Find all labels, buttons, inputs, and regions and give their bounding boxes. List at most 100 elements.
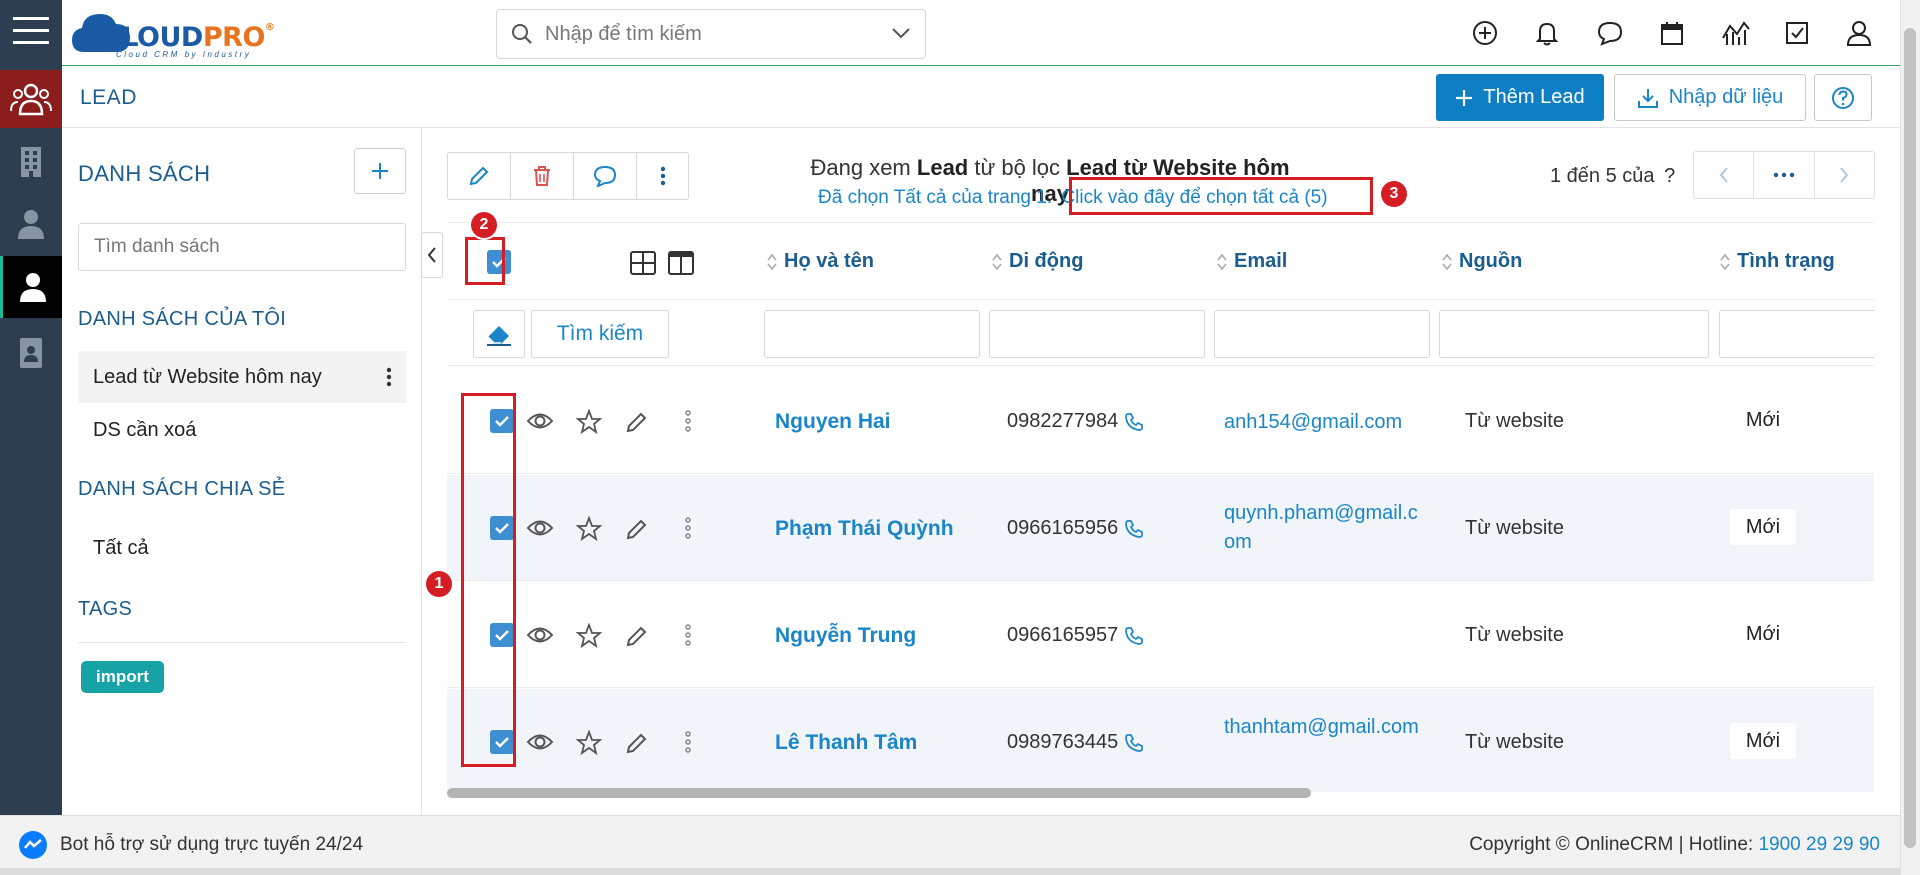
sort-icon [1442, 253, 1452, 271]
eraser-icon [485, 322, 513, 346]
annotation-box-row-checkboxes [461, 393, 516, 767]
filter-input-mobile[interactable] [989, 310, 1205, 358]
star-icon[interactable] [576, 409, 602, 435]
list-search-input[interactable] [78, 223, 406, 271]
pencil-icon[interactable] [625, 410, 649, 434]
hotline-number[interactable]: 1900 29 29 90 [1758, 834, 1880, 855]
pencil-icon[interactable] [625, 517, 649, 541]
pencil-icon[interactable] [625, 731, 649, 755]
table-row[interactable]: Nguyen Hai 0982277984 anh154@gmail.com T… [447, 368, 1874, 474]
prev-page-button[interactable] [1694, 152, 1755, 198]
lead-phone[interactable]: 0966165956 [1007, 517, 1144, 540]
bell-icon[interactable] [1534, 20, 1560, 46]
global-search[interactable] [496, 9, 926, 59]
help-button[interactable] [1814, 74, 1872, 121]
eye-icon[interactable] [526, 410, 554, 432]
collapse-sidebar-button[interactable] [421, 232, 443, 278]
add-circle-icon[interactable] [1472, 20, 1498, 46]
column-header-email[interactable]: Email [1217, 250, 1287, 273]
filter-input-name[interactable] [764, 310, 980, 358]
lead-status: Mới [1730, 723, 1796, 759]
eye-icon[interactable] [526, 624, 554, 646]
table-row[interactable]: Phạm Thái Quỳnh 0966165956 quynh.pham@gm… [447, 475, 1874, 581]
column-header-mobile[interactable]: Di động [992, 250, 1083, 273]
rail-item-contacts[interactable] [0, 198, 62, 250]
analytics-chart-icon[interactable] [1721, 20, 1751, 46]
column-header-source[interactable]: Nguồn [1442, 250, 1522, 273]
rail-item-leads[interactable] [0, 256, 62, 318]
kebab-menu-icon[interactable] [685, 410, 691, 432]
pager-range: 1 đến 5 của [1550, 165, 1655, 187]
rail-item-documents[interactable] [0, 328, 62, 378]
star-icon[interactable] [576, 623, 602, 649]
table-row[interactable]: Lê Thanh Tâm 0989763445 thanhtam@gmail.c… [447, 689, 1874, 792]
phone-icon[interactable] [1118, 519, 1144, 539]
star-icon[interactable] [576, 730, 602, 756]
column-header-name[interactable]: Họ và tên [767, 250, 874, 273]
sidebar-item-to-delete[interactable]: DS cần xoá [78, 404, 406, 456]
comment-button[interactable] [574, 153, 637, 199]
add-lead-button[interactable]: Thêm Lead [1436, 74, 1604, 121]
lead-phone[interactable]: 0989763445 [1007, 731, 1144, 754]
eye-icon[interactable] [526, 517, 554, 539]
next-page-button[interactable] [1815, 152, 1874, 198]
checkbox-task-icon[interactable] [1784, 20, 1810, 46]
column-label: Tình trạng [1737, 250, 1835, 272]
filter-input-source[interactable] [1439, 310, 1709, 358]
global-search-input[interactable] [545, 22, 875, 46]
table-row[interactable]: Nguyễn Trung 0966165957 Từ website Mới [447, 582, 1874, 688]
horizontal-scrollbar[interactable] [447, 788, 1311, 798]
kebab-menu-icon[interactable] [685, 731, 691, 753]
chevron-down-icon[interactable] [891, 26, 911, 40]
lead-name[interactable]: Nguyễn Trung [775, 624, 916, 648]
kebab-menu-icon[interactable] [685, 517, 691, 539]
lead-email[interactable]: quynh.pham@gmail.com [1224, 499, 1424, 557]
more-actions-button[interactable] [637, 153, 688, 199]
clear-filter-button[interactable] [473, 310, 525, 358]
chat-bubble-icon[interactable] [1596, 20, 1624, 46]
sidebar-item-website-today[interactable]: Lead từ Website hôm nay [78, 351, 406, 403]
lead-name[interactable]: Lê Thanh Tâm [775, 731, 917, 755]
kebab-menu-icon[interactable] [386, 367, 392, 387]
kebab-menu-icon[interactable] [685, 624, 691, 646]
lead-phone[interactable]: 0966165957 [1007, 624, 1144, 647]
filter-input-status[interactable] [1719, 310, 1874, 358]
column-header-status[interactable]: Tình trạng [1720, 250, 1835, 273]
chat-bubble-icon [593, 165, 617, 187]
import-data-button[interactable]: Nhập dữ liệu [1614, 74, 1806, 121]
support-bot-text[interactable]: Bot hỗ trợ sử dụng trực tuyến 24/24 [60, 834, 363, 856]
add-list-button[interactable] [354, 148, 406, 194]
phone-icon[interactable] [1118, 412, 1144, 432]
logo[interactable]: CLOUDPRO® Cloud CRM by Industry [70, 8, 300, 59]
phone-icon[interactable] [1118, 733, 1144, 753]
vertical-scroll-thumb[interactable] [1904, 28, 1916, 848]
star-icon[interactable] [576, 516, 602, 542]
search-button[interactable]: Tìm kiếm [531, 310, 669, 358]
hamburger-menu-icon[interactable] [13, 15, 49, 47]
lead-name[interactable]: Phạm Thái Quỳnh [775, 517, 954, 541]
eye-icon[interactable] [526, 731, 554, 753]
sidebar-item-all[interactable]: Tất cả [78, 522, 406, 574]
brand-tagline: Cloud CRM by Industry [116, 50, 252, 59]
lead-phone[interactable]: 0982277984 [1007, 410, 1144, 433]
sort-icon [992, 253, 1002, 271]
phone-icon[interactable] [1118, 626, 1144, 646]
column-label: Email [1234, 250, 1288, 272]
user-profile-icon[interactable] [1846, 20, 1872, 46]
filter-input-email[interactable] [1214, 310, 1430, 358]
messenger-icon[interactable] [18, 830, 48, 860]
delete-button[interactable] [511, 153, 574, 199]
divider [78, 642, 406, 643]
pencil-icon[interactable] [625, 624, 649, 648]
columns-layout-icon[interactable] [668, 251, 694, 275]
calendar-icon[interactable] [1659, 20, 1685, 46]
grid-layout-icon[interactable] [630, 251, 656, 275]
page-options-button[interactable] [1754, 152, 1815, 198]
rail-item-organizations[interactable] [0, 138, 62, 186]
rail-item-contacts-group[interactable] [0, 70, 62, 128]
lead-email[interactable]: thanhtam@gmail.com [1224, 713, 1424, 742]
tag-import[interactable]: import [81, 661, 164, 693]
lead-email[interactable]: anh154@gmail.com [1224, 408, 1424, 437]
lead-name[interactable]: Nguyen Hai [775, 410, 891, 434]
edit-button[interactable] [448, 153, 511, 199]
